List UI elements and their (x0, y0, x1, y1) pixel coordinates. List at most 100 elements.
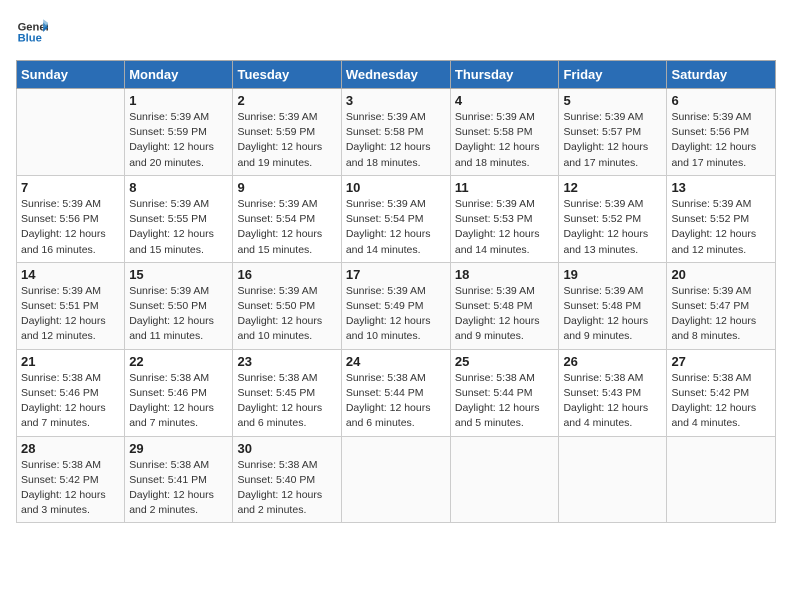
day-number: 14 (21, 267, 120, 282)
day-number: 24 (346, 354, 446, 369)
day-info: Sunrise: 5:39 AM Sunset: 5:58 PM Dayligh… (346, 110, 446, 171)
calendar-cell: 5 Sunrise: 5:39 AM Sunset: 5:57 PM Daylig… (559, 89, 667, 176)
day-number: 19 (563, 267, 662, 282)
day-number: 8 (129, 180, 228, 195)
day-number: 28 (21, 441, 120, 456)
calendar-cell (17, 89, 125, 176)
calendar-cell: 6 Sunrise: 5:39 AM Sunset: 5:56 PM Daylig… (667, 89, 776, 176)
day-number: 26 (563, 354, 662, 369)
calendar-cell: 1 Sunrise: 5:39 AM Sunset: 5:59 PM Daylig… (125, 89, 233, 176)
calendar-cell: 22 Sunrise: 5:38 AM Sunset: 5:46 PM Dayli… (125, 349, 233, 436)
logo: General Blue (16, 16, 46, 48)
calendar-cell: 28 Sunrise: 5:38 AM Sunset: 5:42 PM Dayli… (17, 436, 125, 523)
day-info: Sunrise: 5:39 AM Sunset: 5:55 PM Dayligh… (129, 197, 228, 258)
page-header: General Blue (16, 16, 776, 48)
col-header-wednesday: Wednesday (341, 61, 450, 89)
day-info: Sunrise: 5:39 AM Sunset: 5:50 PM Dayligh… (237, 284, 336, 345)
day-info: Sunrise: 5:39 AM Sunset: 5:50 PM Dayligh… (129, 284, 228, 345)
day-info: Sunrise: 5:38 AM Sunset: 5:40 PM Dayligh… (237, 458, 336, 519)
day-info: Sunrise: 5:38 AM Sunset: 5:43 PM Dayligh… (563, 371, 662, 432)
svg-text:Blue: Blue (18, 33, 42, 45)
day-info: Sunrise: 5:38 AM Sunset: 5:45 PM Dayligh… (237, 371, 336, 432)
week-row-5: 28 Sunrise: 5:38 AM Sunset: 5:42 PM Dayli… (17, 436, 776, 523)
calendar-cell: 21 Sunrise: 5:38 AM Sunset: 5:46 PM Dayli… (17, 349, 125, 436)
day-number: 16 (237, 267, 336, 282)
day-number: 18 (455, 267, 555, 282)
day-number: 17 (346, 267, 446, 282)
day-number: 10 (346, 180, 446, 195)
day-number: 22 (129, 354, 228, 369)
calendar-cell: 14 Sunrise: 5:39 AM Sunset: 5:51 PM Dayli… (17, 262, 125, 349)
day-info: Sunrise: 5:39 AM Sunset: 5:48 PM Dayligh… (563, 284, 662, 345)
day-number: 4 (455, 93, 555, 108)
calendar-cell (667, 436, 776, 523)
week-row-3: 14 Sunrise: 5:39 AM Sunset: 5:51 PM Dayli… (17, 262, 776, 349)
calendar-cell: 15Sunrise: 5:39 AM Sunset: 5:50 PM Dayli… (125, 262, 233, 349)
day-number: 3 (346, 93, 446, 108)
calendar-cell: 27Sunrise: 5:38 AM Sunset: 5:42 PM Dayli… (667, 349, 776, 436)
col-header-saturday: Saturday (667, 61, 776, 89)
day-info: Sunrise: 5:38 AM Sunset: 5:46 PM Dayligh… (129, 371, 228, 432)
calendar-cell: 16 Sunrise: 5:39 AM Sunset: 5:50 PM Dayli… (233, 262, 341, 349)
calendar-header-row: SundayMondayTuesdayWednesdayThursdayFrid… (17, 61, 776, 89)
col-header-sunday: Sunday (17, 61, 125, 89)
calendar-cell: 12 Sunrise: 5:39 AM Sunset: 5:52 PM Dayli… (559, 175, 667, 262)
calendar-cell: 13 Sunrise: 5:39 AM Sunset: 5:52 PM Dayli… (667, 175, 776, 262)
day-number: 13 (671, 180, 771, 195)
day-info: Sunrise: 5:39 AM Sunset: 5:51 PM Dayligh… (21, 284, 120, 345)
day-info: Sunrise: 5:39 AM Sunset: 5:58 PM Dayligh… (455, 110, 555, 171)
col-header-tuesday: Tuesday (233, 61, 341, 89)
day-number: 25 (455, 354, 555, 369)
calendar-cell: 25 Sunrise: 5:38 AM Sunset: 5:44 PM Dayli… (450, 349, 559, 436)
day-number: 6 (671, 93, 771, 108)
calendar-cell: 10Sunrise: 5:39 AM Sunset: 5:54 PM Dayli… (341, 175, 450, 262)
day-info: Sunrise: 5:38 AM Sunset: 5:46 PM Dayligh… (21, 371, 120, 432)
day-number: 20 (671, 267, 771, 282)
day-info: Sunrise: 5:39 AM Sunset: 5:59 PM Dayligh… (129, 110, 228, 171)
day-number: 5 (563, 93, 662, 108)
day-number: 12 (563, 180, 662, 195)
day-number: 7 (21, 180, 120, 195)
day-number: 1 (129, 93, 228, 108)
calendar-cell: 17Sunrise: 5:39 AM Sunset: 5:49 PM Dayli… (341, 262, 450, 349)
day-info: Sunrise: 5:39 AM Sunset: 5:59 PM Dayligh… (237, 110, 336, 171)
day-info: Sunrise: 5:38 AM Sunset: 5:41 PM Dayligh… (129, 458, 228, 519)
calendar-cell: 26 Sunrise: 5:38 AM Sunset: 5:43 PM Dayli… (559, 349, 667, 436)
day-number: 29 (129, 441, 228, 456)
calendar-cell: 3 Sunrise: 5:39 AM Sunset: 5:58 PM Daylig… (341, 89, 450, 176)
logo-icon: General Blue (16, 16, 48, 48)
col-header-friday: Friday (559, 61, 667, 89)
day-number: 21 (21, 354, 120, 369)
calendar-cell: 11Sunrise: 5:39 AM Sunset: 5:53 PM Dayli… (450, 175, 559, 262)
calendar-cell (559, 436, 667, 523)
calendar-table: SundayMondayTuesdayWednesdayThursdayFrid… (16, 60, 776, 523)
day-info: Sunrise: 5:38 AM Sunset: 5:42 PM Dayligh… (21, 458, 120, 519)
day-info: Sunrise: 5:38 AM Sunset: 5:44 PM Dayligh… (346, 371, 446, 432)
day-info: Sunrise: 5:39 AM Sunset: 5:52 PM Dayligh… (563, 197, 662, 258)
calendar-cell: 2 Sunrise: 5:39 AM Sunset: 5:59 PM Daylig… (233, 89, 341, 176)
calendar-cell: 18 Sunrise: 5:39 AM Sunset: 5:48 PM Dayli… (450, 262, 559, 349)
calendar-cell (341, 436, 450, 523)
day-info: Sunrise: 5:38 AM Sunset: 5:44 PM Dayligh… (455, 371, 555, 432)
day-info: Sunrise: 5:39 AM Sunset: 5:57 PM Dayligh… (563, 110, 662, 171)
calendar-cell: 9 Sunrise: 5:39 AM Sunset: 5:54 PM Daylig… (233, 175, 341, 262)
calendar-cell: 19 Sunrise: 5:39 AM Sunset: 5:48 PM Dayli… (559, 262, 667, 349)
calendar-cell: 20 Sunrise: 5:39 AM Sunset: 5:47 PM Dayli… (667, 262, 776, 349)
day-number: 9 (237, 180, 336, 195)
day-info: Sunrise: 5:39 AM Sunset: 5:47 PM Dayligh… (671, 284, 771, 345)
calendar-cell: 30 Sunrise: 5:38 AM Sunset: 5:40 PM Dayli… (233, 436, 341, 523)
week-row-4: 21 Sunrise: 5:38 AM Sunset: 5:46 PM Dayli… (17, 349, 776, 436)
day-number: 2 (237, 93, 336, 108)
day-info: Sunrise: 5:39 AM Sunset: 5:48 PM Dayligh… (455, 284, 555, 345)
day-info: Sunrise: 5:39 AM Sunset: 5:56 PM Dayligh… (21, 197, 120, 258)
week-row-1: 1 Sunrise: 5:39 AM Sunset: 5:59 PM Daylig… (17, 89, 776, 176)
calendar-cell: 23 Sunrise: 5:38 AM Sunset: 5:45 PM Dayli… (233, 349, 341, 436)
day-info: Sunrise: 5:39 AM Sunset: 5:52 PM Dayligh… (671, 197, 771, 258)
day-number: 23 (237, 354, 336, 369)
calendar-cell: 29 Sunrise: 5:38 AM Sunset: 5:41 PM Dayli… (125, 436, 233, 523)
day-info: Sunrise: 5:39 AM Sunset: 5:56 PM Dayligh… (671, 110, 771, 171)
day-number: 30 (237, 441, 336, 456)
calendar-cell (450, 436, 559, 523)
day-number: 27 (671, 354, 771, 369)
day-info: Sunrise: 5:39 AM Sunset: 5:54 PM Dayligh… (237, 197, 336, 258)
